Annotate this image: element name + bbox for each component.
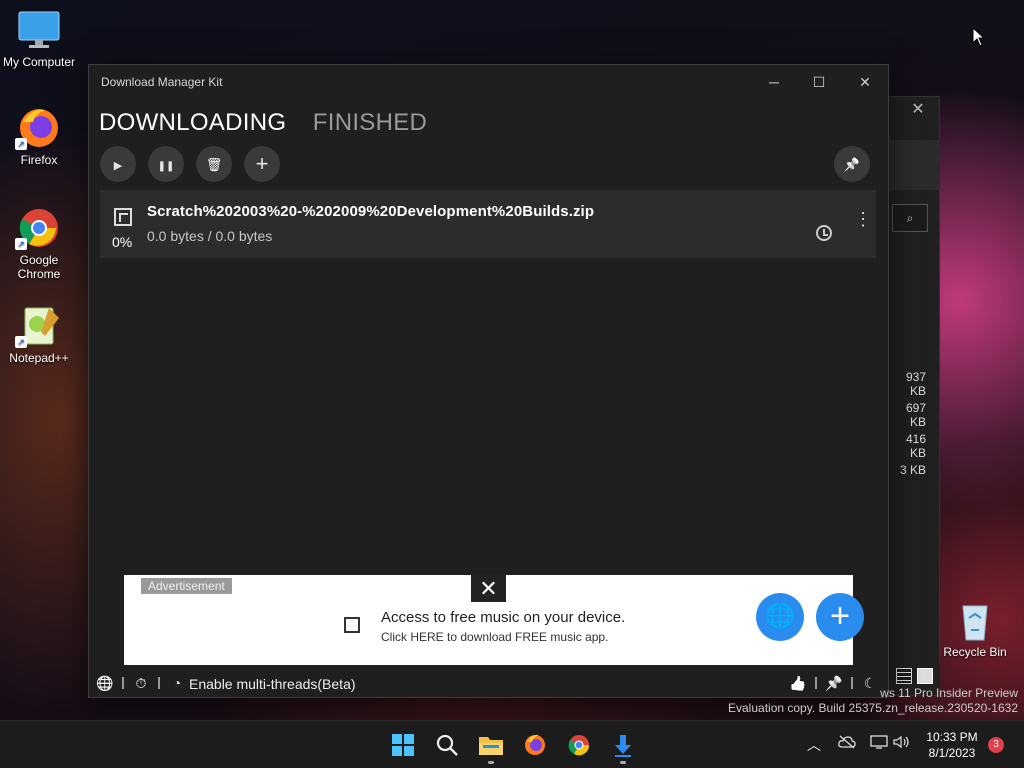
divider [851,677,853,689]
desktop-icon-label: Recycle Bin [943,645,1007,659]
image-icon [344,617,360,633]
ad-subtext[interactable]: Click HERE to download FREE music app. [381,630,608,644]
pin-button[interactable]: 📌 [834,146,870,182]
notification-badge[interactable]: 3 [988,737,1004,753]
shortcut-arrow-icon: ↗ [15,138,27,150]
title-bar[interactable]: Download Manager Kit ─ ☐ ✕ [89,65,888,99]
download-filename: Scratch%202003%20-%202009%20Development%… [147,203,595,220]
file-size-label: 937 KB [905,370,926,398]
desktop-icon-notepad-plus-plus[interactable]: ↗ Notepad++ [0,304,78,365]
file-size-label: 697 KB [905,401,926,429]
firefox-icon: ↗ [15,106,63,150]
close-button[interactable]: ✕ [842,65,888,99]
tab-bar: DOWNLOADING FINISHED [99,109,449,137]
details-view-icon[interactable] [896,668,912,684]
background-window-close-icon[interactable]: ✕ [908,100,928,120]
divider [122,677,124,689]
running-indicator [488,761,494,764]
play-button[interactable]: ▶ [100,146,136,182]
onedrive-offline-icon[interactable] [838,735,856,752]
status-bar: 🌐 ⏱ ◔ Enable multi-threads(Beta) 👍 📌 ☾ [89,669,888,697]
volume-icon[interactable] [893,735,911,752]
running-indicator [620,761,626,764]
desktop-icon-google-chrome[interactable]: ↗ Google Chrome [0,206,78,281]
tiles-view-icon[interactable] [917,668,933,684]
globe-icon[interactable]: 🌐 [96,673,114,693]
search-icon[interactable]: ⌕ [892,204,928,232]
multi-thread-toggle-label[interactable]: Enable multi-threads(Beta) [189,676,356,692]
pause-button[interactable]: ❚❚ [148,146,184,182]
trash-icon: 🗑 [205,157,223,172]
download-manager-window: Download Manager Kit ─ ☐ ✕ DOWNLOADING F… [88,64,889,698]
mouse-cursor-icon [972,27,986,47]
network-icon[interactable] [870,735,888,752]
desktop-icon-my-computer[interactable]: My Computer [0,8,78,69]
system-clock[interactable]: 10:33 PM 8/1/2023 [920,729,984,761]
add-download-button[interactable]: + [244,146,280,182]
more-options-icon[interactable]: ⋮ [854,210,872,228]
search-icon[interactable] [433,731,461,759]
window-title: Download Manager Kit [101,75,223,89]
advertisement-label: Advertisement [141,578,232,594]
download-progress-percent: 0% [112,234,133,250]
notepad-plus-plus-icon: ↗ [15,304,63,348]
start-windows-icon[interactable] [389,731,417,759]
delete-button[interactable]: 🗑 [196,146,232,182]
clock-time: 10:33 PM [926,730,978,744]
download-item[interactable]: 0% Scratch%202003%20-%202009%20Developme… [100,190,876,258]
maximize-button[interactable]: ☐ [796,65,842,99]
file-size-label: 3 KB [899,463,926,477]
plus-icon: + [255,151,269,176]
pause-icon: ❚❚ [157,161,175,172]
firefox-icon[interactable] [521,731,549,759]
download-size: 0.0 bytes / 0.0 bytes [147,228,273,244]
tray-chevron-icon[interactable]: ︿ [807,735,821,755]
globe-icon[interactable]: 🌐 [756,593,804,641]
watermark-build: Evaluation copy. Build 25375.zn_release.… [728,701,1018,715]
moon-icon[interactable]: ☾ [861,673,879,693]
desktop-icon-label: Firefox [20,153,58,167]
ad-close-button[interactable]: ✕ [471,575,506,602]
pin-icon: 📌 [843,157,861,172]
desktop-icon-label: Google Chrome [17,253,61,281]
watermark-edition: ws 11 Pro Insider Preview [880,686,1018,700]
background-window-toolbar [888,140,940,190]
desktop-icon-firefox[interactable]: ↗ Firefox [0,106,78,167]
ad-headline[interactable]: Access to free music on your device. [381,609,625,626]
taskbar: ︿ 10:33 PM 8/1/2023 3 [0,720,1024,768]
divider [158,677,160,689]
file-explorer-icon[interactable] [477,731,505,759]
desktop-icon-label: Notepad++ [9,351,69,365]
pin-icon[interactable]: 📌 [825,673,843,693]
advertisement-banner[interactable]: Advertisement ✕ Access to free music on … [124,575,864,665]
download-manager-taskbar-icon[interactable] [609,731,637,759]
desktop-icon-label: My Computer [2,55,76,69]
shortcut-arrow-icon: ↗ [15,336,27,348]
monitor-icon [15,8,63,52]
ad-add-button[interactable]: + [816,593,864,641]
chrome-icon[interactable] [565,731,593,759]
desktop-icon-recycle-bin[interactable]: Recycle Bin [936,598,1014,659]
history-icon[interactable] [816,225,832,241]
chrome-icon: ↗ [15,206,63,250]
speed-icon[interactable]: ◔ [168,673,186,693]
thumbs-up-icon[interactable]: 👍 [789,673,807,693]
minimize-button[interactable]: ─ [751,65,797,99]
play-icon: ▶ [113,160,123,172]
file-icon [114,208,132,226]
divider [815,677,817,689]
recycle-bin-icon [951,598,999,642]
tab-finished[interactable]: FINISHED [313,109,427,137]
tab-downloading[interactable]: DOWNLOADING [99,109,286,137]
timer-icon[interactable]: ⏱ [132,673,150,693]
clock-date: 8/1/2023 [928,746,976,760]
file-size-label: 416 KB [905,432,926,460]
shortcut-arrow-icon: ↗ [15,238,27,250]
